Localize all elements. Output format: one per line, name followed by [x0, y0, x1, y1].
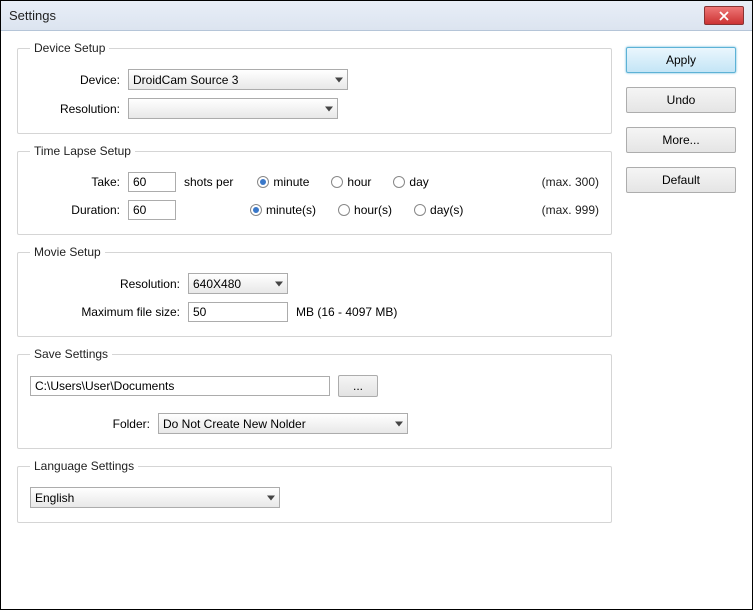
take-input[interactable] — [128, 172, 176, 192]
close-button[interactable] — [704, 6, 744, 25]
duration-days-radio[interactable]: day(s) — [414, 203, 463, 217]
right-column: Apply Undo More... Default — [626, 41, 736, 593]
radio-icon — [414, 204, 426, 216]
language-legend: Language Settings — [30, 459, 138, 473]
maxsize-label: Maximum file size: — [30, 305, 180, 319]
undo-button[interactable]: Undo — [626, 87, 736, 113]
folder-value: Do Not Create New Nolder — [163, 417, 306, 431]
duration-max-hint: (max. 999) — [542, 203, 599, 217]
movie-resolution-combobox[interactable]: 640X480 — [188, 273, 288, 294]
timelapse-legend: Time Lapse Setup — [30, 144, 135, 158]
language-combobox[interactable]: English — [30, 487, 280, 508]
duration-minutes-radio[interactable]: minute(s) — [250, 203, 316, 217]
maxsize-hint: MB (16 - 4097 MB) — [296, 305, 397, 319]
radio-icon — [250, 204, 262, 216]
movie-resolution-label: Resolution: — [30, 277, 180, 291]
window-title: Settings — [9, 8, 704, 23]
movie-setup-group: Movie Setup Resolution: 640X480 Maximum … — [17, 245, 612, 337]
save-path-input[interactable] — [30, 376, 330, 396]
device-value: DroidCam Source 3 — [133, 73, 238, 87]
more-button[interactable]: More... — [626, 127, 736, 153]
close-icon — [719, 11, 729, 21]
take-label: Take: — [30, 175, 120, 189]
duration-input[interactable] — [128, 200, 176, 220]
take-hour-radio[interactable]: hour — [331, 175, 371, 189]
save-legend: Save Settings — [30, 347, 112, 361]
device-setup-legend: Device Setup — [30, 41, 109, 55]
take-max-hint: (max. 300) — [542, 175, 599, 189]
shots-per-text: shots per — [184, 175, 233, 189]
movie-legend: Movie Setup — [30, 245, 105, 259]
radio-icon — [257, 176, 269, 188]
default-button[interactable]: Default — [626, 167, 736, 193]
language-value: English — [35, 491, 74, 505]
take-day-radio[interactable]: day — [393, 175, 428, 189]
device-label: Device: — [30, 73, 120, 87]
folder-combobox[interactable]: Do Not Create New Nolder — [158, 413, 408, 434]
device-setup-group: Device Setup Device: DroidCam Source 3 R… — [17, 41, 612, 134]
apply-button[interactable]: Apply — [626, 47, 736, 73]
radio-icon — [393, 176, 405, 188]
folder-label: Folder: — [30, 417, 150, 431]
left-column: Device Setup Device: DroidCam Source 3 R… — [17, 41, 612, 593]
maxsize-input[interactable] — [188, 302, 288, 322]
movie-resolution-value: 640X480 — [193, 277, 241, 291]
timelapse-setup-group: Time Lapse Setup Take: shots per minute … — [17, 144, 612, 235]
content-area: Device Setup Device: DroidCam Source 3 R… — [1, 31, 752, 609]
save-settings-group: Save Settings ... Folder: Do Not Create … — [17, 347, 612, 449]
device-resolution-label: Resolution: — [30, 102, 120, 116]
browse-button[interactable]: ... — [338, 375, 378, 397]
take-minute-radio[interactable]: minute — [257, 175, 309, 189]
duration-label: Duration: — [30, 203, 120, 217]
duration-hours-radio[interactable]: hour(s) — [338, 203, 392, 217]
radio-icon — [338, 204, 350, 216]
device-combobox[interactable]: DroidCam Source 3 — [128, 69, 348, 90]
settings-window: Settings Device Setup Device: DroidCam S… — [0, 0, 753, 610]
radio-icon — [331, 176, 343, 188]
language-settings-group: Language Settings English — [17, 459, 612, 523]
device-resolution-combobox[interactable] — [128, 98, 338, 119]
titlebar: Settings — [1, 1, 752, 31]
